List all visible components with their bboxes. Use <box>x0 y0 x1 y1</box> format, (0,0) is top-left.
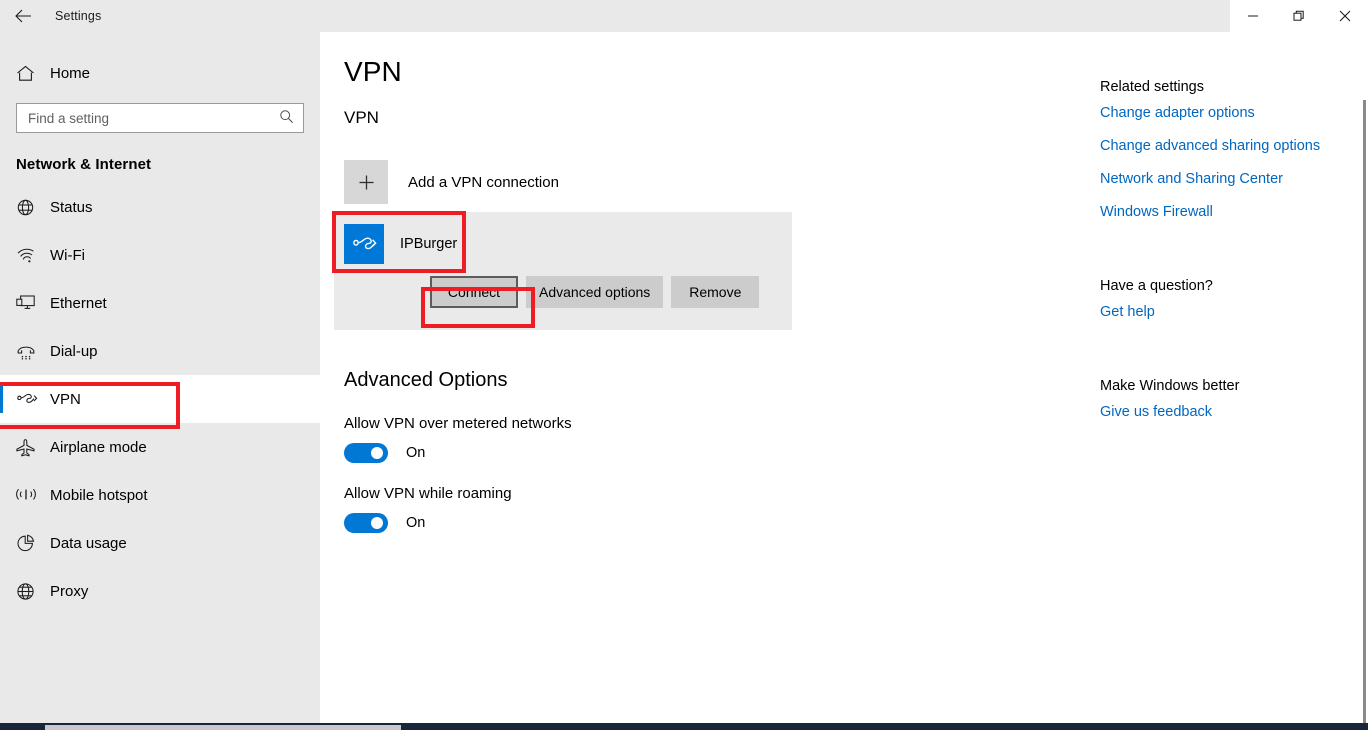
wifi-icon <box>16 247 46 264</box>
connect-button[interactable]: Connect <box>430 276 518 308</box>
sidebar-item-label: Airplane mode <box>50 438 147 456</box>
roaming-toggle[interactable] <box>344 513 388 533</box>
have-a-question-heading: Have a question? <box>1100 278 1213 294</box>
sidebar-item-label: Proxy <box>50 582 89 600</box>
vpn-connection-actions: Connect Advanced options Remove <box>334 276 792 330</box>
horizontal-scrollbar-thumb[interactable] <box>45 725 401 730</box>
advanced-options-title: Advanced Options <box>344 369 508 391</box>
sidebar-item-vpn[interactable]: VPN <box>0 375 320 423</box>
back-arrow-icon <box>14 9 32 23</box>
search-icon <box>279 109 294 127</box>
advanced-options-button[interactable]: Advanced options <box>526 276 664 308</box>
roaming-label: Allow VPN while roaming <box>344 485 512 502</box>
sidebar-item-ethernet[interactable]: Ethernet <box>0 279 320 327</box>
sidebar-item-dialup[interactable]: Dial-up <box>0 327 320 375</box>
panel-spacer <box>1100 237 1350 278</box>
make-windows-better-heading: Make Windows better <box>1100 378 1240 394</box>
add-vpn-connection-button[interactable]: Add a VPN connection <box>344 160 559 204</box>
make-windows-better-group: Make Windows better Give us feedback <box>1100 378 1350 420</box>
related-settings-panel: Related settings Change adapter options … <box>1100 79 1350 437</box>
title-bar-left: Settings <box>0 0 320 32</box>
vpn-tile-icon <box>344 224 384 264</box>
dialup-phone-icon <box>16 343 46 360</box>
vertical-scrollbar-thumb[interactable] <box>1363 100 1366 723</box>
window-title: Settings <box>55 9 102 23</box>
globe-icon <box>16 582 46 601</box>
sidebar-item-home[interactable]: Home <box>0 54 320 92</box>
restore-button[interactable] <box>1276 0 1322 32</box>
section-title-vpn: VPN <box>344 108 379 127</box>
settings-window: Settings Home Find a setting Network & I… <box>0 0 1368 730</box>
sidebar-item-label: Data usage <box>50 534 127 552</box>
vpn-connection-card: IPBurger Connect Advanced options Remove <box>334 212 792 330</box>
search-input[interactable] <box>28 110 277 126</box>
minimize-button[interactable] <box>1230 0 1276 32</box>
page-title: VPN <box>344 56 402 87</box>
related-settings-heading: Related settings <box>1100 79 1204 95</box>
vpn-icon <box>16 392 46 406</box>
roaming-toggle-row: On <box>344 513 425 533</box>
sidebar-item-label: Ethernet <box>50 294 107 312</box>
search-box[interactable] <box>16 103 304 133</box>
globe-status-icon <box>16 198 46 217</box>
sidebar-item-mobile-hotspot[interactable]: Mobile hotspot <box>0 471 320 519</box>
sidebar-item-label: Mobile hotspot <box>50 486 148 504</box>
toggle-knob <box>371 447 383 459</box>
metered-networks-toggle-row: On <box>344 443 425 463</box>
search-button[interactable] <box>277 108 295 128</box>
sidebar-item-label: Wi-Fi <box>50 246 85 264</box>
sidebar-item-wifi[interactable]: Wi-Fi <box>0 231 320 279</box>
hotspot-icon <box>16 486 46 504</box>
sidebar-item-label: VPN <box>50 390 81 408</box>
vertical-scrollbar[interactable] <box>1362 100 1368 723</box>
metered-networks-state: On <box>406 445 426 461</box>
link-windows-firewall[interactable]: Windows Firewall <box>1100 204 1350 220</box>
vpn-connection-row[interactable]: IPBurger <box>334 212 792 276</box>
remove-button[interactable]: Remove <box>671 276 760 308</box>
close-icon <box>1339 10 1351 22</box>
vpn-connection-name: IPBurger <box>400 236 458 252</box>
sidebar-item-label: Status <box>50 198 93 216</box>
search-container <box>16 103 304 133</box>
close-button[interactable] <box>1322 0 1368 32</box>
sidebar-category-title: Network & Internet <box>16 156 152 173</box>
add-vpn-connection-label: Add a VPN connection <box>408 173 559 191</box>
sidebar-item-label: Dial-up <box>50 342 98 360</box>
airplane-icon <box>16 438 46 457</box>
metered-networks-toggle[interactable] <box>344 443 388 463</box>
sidebar-item-proxy[interactable]: Proxy <box>0 567 320 615</box>
link-change-adapter-options[interactable]: Change adapter options <box>1100 105 1350 121</box>
window-controls <box>1230 0 1368 32</box>
back-button[interactable] <box>0 0 46 32</box>
sidebar: Home Network & Internet <box>0 32 320 723</box>
toggle-knob <box>371 517 383 529</box>
sidebar-nav: Status Wi-Fi Ethernet Dial-up VPN Airpla… <box>0 183 320 615</box>
link-give-us-feedback[interactable]: Give us feedback <box>1100 404 1350 420</box>
sidebar-item-data-usage[interactable]: Data usage <box>0 519 320 567</box>
link-network-and-sharing-center[interactable]: Network and Sharing Center <box>1100 171 1350 187</box>
title-bar: Settings <box>0 0 1368 32</box>
ethernet-icon <box>16 294 46 312</box>
restore-icon <box>1293 10 1305 22</box>
link-get-help[interactable]: Get help <box>1100 304 1350 320</box>
related-settings-group: Related settings Change adapter options … <box>1100 79 1350 220</box>
sidebar-item-airplane-mode[interactable]: Airplane mode <box>0 423 320 471</box>
home-icon <box>16 65 44 82</box>
pie-chart-icon <box>16 534 46 553</box>
plus-icon <box>344 160 388 204</box>
roaming-state: On <box>406 515 426 531</box>
content-area: VPN VPN Add a VPN connection IPBurger Co… <box>320 32 1368 723</box>
home-label: Home <box>50 64 91 82</box>
sidebar-item-status[interactable]: Status <box>0 183 320 231</box>
have-a-question-group: Have a question? Get help <box>1100 278 1350 320</box>
metered-networks-label: Allow VPN over metered networks <box>344 415 572 432</box>
link-change-advanced-sharing-options[interactable]: Change advanced sharing options <box>1100 138 1350 154</box>
panel-spacer <box>1100 337 1350 378</box>
minimize-icon <box>1247 10 1259 22</box>
